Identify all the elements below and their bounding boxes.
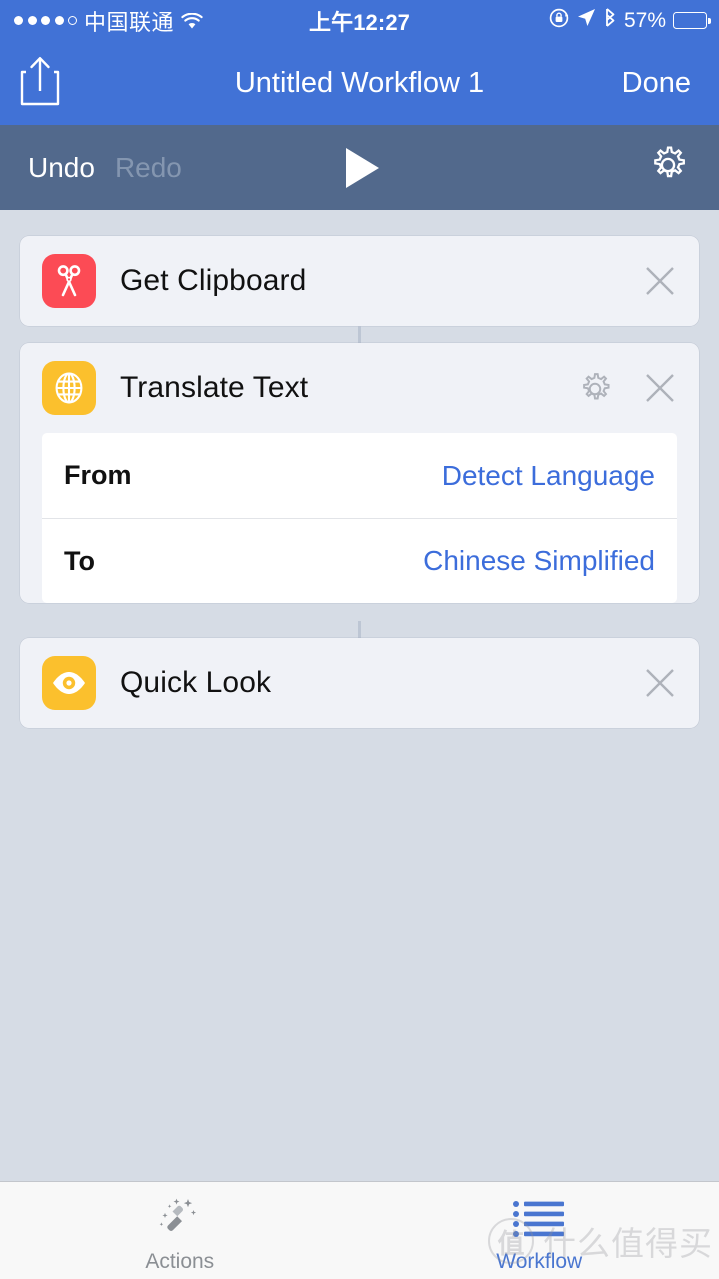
eye-icon xyxy=(42,656,96,710)
action-title: Translate Text xyxy=(120,371,309,404)
close-icon[interactable] xyxy=(643,264,677,298)
parameter-row-from[interactable]: From Detect Language xyxy=(42,433,677,518)
magic-wand-icon xyxy=(152,1194,208,1246)
action-card-header: Quick Look xyxy=(20,638,699,728)
tab-label: Actions xyxy=(145,1249,215,1273)
parameter-value[interactable]: Chinese Simplified xyxy=(423,545,655,577)
action-card[interactable]: Get Clipboard xyxy=(20,236,699,326)
status-bar: 中国联通 上午12:27 57% xyxy=(0,0,719,41)
tab-label: Workflow xyxy=(496,1249,583,1273)
tab-actions[interactable]: Actions xyxy=(0,1182,360,1279)
scissors-icon xyxy=(42,254,96,308)
action-card-header: Get Clipboard xyxy=(20,236,699,326)
gear-icon[interactable] xyxy=(577,371,611,405)
action-card-header: Translate Text xyxy=(20,343,699,433)
bulleted-list-icon xyxy=(511,1194,567,1246)
parameter-label: From xyxy=(64,460,132,490)
tab-workflow[interactable]: Workflow xyxy=(360,1182,719,1279)
parameter-row-to[interactable]: To Chinese Simplified xyxy=(42,518,677,603)
action-title: Get Clipboard xyxy=(120,264,307,297)
editor-toolbar: Undo Redo xyxy=(0,125,719,210)
run-workflow-button[interactable] xyxy=(0,147,719,188)
battery-icon xyxy=(673,12,711,29)
action-connector xyxy=(358,621,361,638)
action-parameters: From Detect Language To Chinese Simplifi… xyxy=(42,433,677,603)
close-icon[interactable] xyxy=(643,666,677,700)
globe-icon xyxy=(42,361,96,415)
done-button[interactable]: Done xyxy=(622,67,719,100)
action-card-buttons xyxy=(643,264,677,298)
action-card[interactable]: Translate Text From Detect Language To C… xyxy=(20,343,699,603)
action-connector xyxy=(358,326,361,343)
play-icon xyxy=(346,147,379,188)
workflow-app-screen: 中国联通 上午12:27 57% Untitled Workflow 1 Don… xyxy=(0,0,719,1279)
action-card-buttons xyxy=(643,666,677,700)
navigation-bar: Untitled Workflow 1 Done xyxy=(0,41,719,125)
action-title: Quick Look xyxy=(120,666,272,699)
workflow-canvas: Get Clipboard Translate Text From Detect… xyxy=(0,210,719,1181)
action-card-buttons xyxy=(577,371,677,405)
page-title[interactable]: Untitled Workflow 1 xyxy=(0,67,719,100)
action-card[interactable]: Quick Look xyxy=(20,638,699,728)
parameter-value[interactable]: Detect Language xyxy=(442,460,655,492)
close-icon[interactable] xyxy=(643,371,677,405)
parameter-label: To xyxy=(64,545,95,576)
status-bar-clock: 上午12:27 xyxy=(309,9,410,35)
tab-bar: Actions Workflow xyxy=(0,1181,719,1279)
